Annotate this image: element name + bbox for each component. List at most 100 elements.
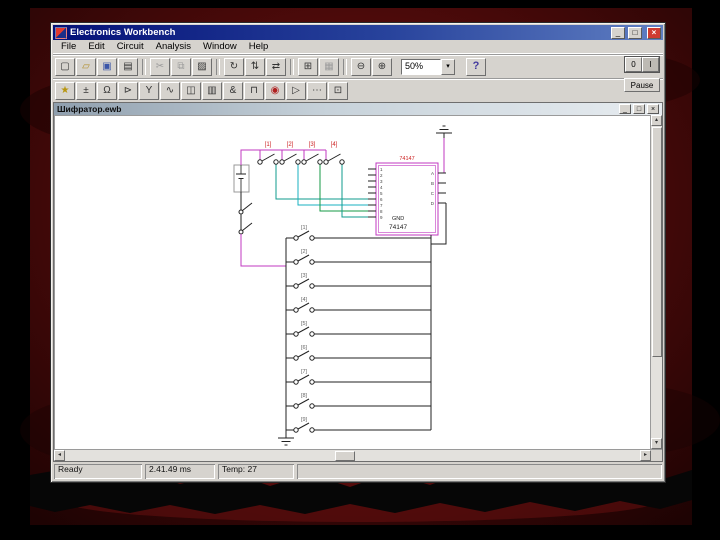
paste-button[interactable]: ▨ <box>192 58 212 76</box>
maximize-button[interactable]: □ <box>628 27 642 39</box>
document-restore-button[interactable]: □ <box>633 104 645 114</box>
menu-file[interactable]: File <box>55 40 82 53</box>
controls-bin-button[interactable]: ▷ <box>286 82 306 100</box>
transistors-icon: Y <box>146 85 153 96</box>
toolbar-separator <box>216 59 220 75</box>
status-ready: Ready <box>54 464 142 479</box>
graphs-icon: ▦ <box>324 61 333 72</box>
pause-button[interactable]: Pause <box>624 78 660 92</box>
svg-text:A: A <box>431 171 434 176</box>
copy-icon: ⧉ <box>177 61 184 72</box>
basic-bin-button[interactable]: Ω <box>97 82 117 100</box>
document-title: Шифратор.ewb <box>57 105 617 114</box>
flip-horizontal-icon: ⇄ <box>272 61 280 72</box>
save-icon: ▣ <box>102 61 111 72</box>
ground-bottom[interactable] <box>278 438 294 445</box>
svg-text:[7]: [7] <box>301 369 308 375</box>
favorites-bin-button[interactable]: ★ <box>55 82 75 100</box>
flip-vertical-button[interactable]: ⇅ <box>245 58 265 76</box>
document-minimize-button[interactable]: _ <box>619 104 631 114</box>
vertical-scroll-thumb[interactable] <box>652 127 662 357</box>
rotate-button[interactable]: ↻ <box>224 58 244 76</box>
circuit-canvas[interactable]: [1] [2] [3] [4] <box>54 115 650 449</box>
title-bar[interactable]: Electronics Workbench _ □ × <box>53 25 663 40</box>
new-file-button[interactable]: ▢ <box>55 58 75 76</box>
mixed-ics-bin-button[interactable]: ◫ <box>181 82 201 100</box>
chip-gnd-label: GND <box>392 216 404 222</box>
cascade-switches[interactable] <box>239 192 252 234</box>
chip-name-label: 74147 <box>389 224 407 231</box>
copy-button[interactable]: ⧉ <box>171 58 191 76</box>
analog-ics-bin-button[interactable]: ∿ <box>160 82 180 100</box>
indicators-bin-button[interactable]: ◉ <box>265 82 285 100</box>
create-subcircuit-button[interactable]: ⊞ <box>298 58 318 76</box>
close-button[interactable]: × <box>647 27 661 39</box>
instruments-bin-button[interactable]: ⊡ <box>328 82 348 100</box>
horizontal-scroll-track[interactable] <box>65 450 640 461</box>
scroll-up-button[interactable]: ▴ <box>651 115 662 126</box>
flip-horizontal-button[interactable]: ⇄ <box>266 58 286 76</box>
parts-bin-toolbar: ★ ± Ω ⊳ Y ∿ ◫ ▥ & ⊓ ◉ ▷ ⋯ ⊡ <box>53 78 663 102</box>
horizontal-scrollbar[interactable]: ◂ ▸ <box>54 450 651 461</box>
main-toolbar: ▢ ▱ ▣ ▤ ✂ ⧉ ▨ ↻ ⇅ ⇄ ⊞ ▦ ⊖ ⊕ 50% ▾ ? <box>53 54 663 78</box>
open-file-button[interactable]: ▱ <box>76 58 96 76</box>
scroll-down-button[interactable]: ▾ <box>651 438 662 449</box>
horizontal-scroll-thumb[interactable] <box>335 451 355 461</box>
digital-ics-icon: ▥ <box>207 85 216 96</box>
power-switch[interactable]: 0 I <box>624 56 660 73</box>
display-graphs-button[interactable]: ▦ <box>319 58 339 76</box>
controls-icon: ▷ <box>292 85 300 96</box>
circuit-diagram: [1] [2] [3] [4] <box>56 116 650 449</box>
vertical-scroll-track[interactable] <box>651 126 662 438</box>
svg-text:[1]: [1] <box>301 225 308 231</box>
diodes-bin-button[interactable]: ⊳ <box>118 82 138 100</box>
transistors-bin-button[interactable]: Y <box>139 82 159 100</box>
save-button[interactable]: ▣ <box>97 58 117 76</box>
help-button[interactable]: ? <box>466 58 486 76</box>
scroll-right-button[interactable]: ▸ <box>640 450 651 461</box>
svg-text:[2]: [2] <box>301 249 308 255</box>
zoom-in-button[interactable]: ⊕ <box>372 58 392 76</box>
encoder-chip-74147[interactable]: 1 2 3 4 5 6 7 8 9 A B <box>368 156 446 244</box>
scrollbar-corner <box>651 450 662 461</box>
menu-help[interactable]: Help <box>243 40 275 53</box>
power-off-cell[interactable]: 0 <box>625 57 642 72</box>
menu-window[interactable]: Window <box>197 40 243 53</box>
zoom-out-icon: ⊖ <box>357 61 365 72</box>
ground-top[interactable] <box>436 126 452 138</box>
zoom-out-button[interactable]: ⊖ <box>351 58 371 76</box>
digital-bin-button[interactable]: ⊓ <box>244 82 264 100</box>
ladder-switches[interactable] <box>286 231 431 432</box>
minimize-button[interactable]: _ <box>611 27 625 39</box>
print-icon: ▤ <box>123 61 132 72</box>
zoom-level-field[interactable]: 50% <box>401 59 441 75</box>
cut-button[interactable]: ✂ <box>150 58 170 76</box>
document-close-button[interactable]: × <box>647 104 659 114</box>
document-title-bar[interactable]: Шифратор.ewb _ □ × <box>53 102 663 115</box>
vertical-scrollbar[interactable]: ▴ ▾ <box>650 115 662 449</box>
sources-bin-button[interactable]: ± <box>76 82 96 100</box>
scroll-left-button[interactable]: ◂ <box>54 450 65 461</box>
ladder-switch <box>286 255 431 264</box>
logic-gates-bin-button[interactable]: & <box>223 82 243 100</box>
menu-edit[interactable]: Edit <box>82 40 110 53</box>
chevron-down-icon: ▾ <box>446 63 450 70</box>
zoom-dropdown-button[interactable]: ▾ <box>441 59 455 75</box>
top-switches[interactable] <box>258 154 344 164</box>
indicators-icon: ◉ <box>271 85 280 96</box>
power-on-cell[interactable]: I <box>642 57 659 72</box>
svg-text:[4]: [4] <box>301 297 308 303</box>
digital-icon: ⊓ <box>250 85 258 96</box>
status-temperature: Temp: 27 <box>218 464 294 479</box>
battery-source[interactable] <box>234 165 249 192</box>
menu-circuit[interactable]: Circuit <box>111 40 150 53</box>
ladder-switch <box>286 279 431 288</box>
ladder-bus-wires <box>286 235 431 438</box>
miscellaneous-bin-button[interactable]: ⋯ <box>307 82 327 100</box>
wire-teal <box>276 164 368 199</box>
digital-ics-bin-button[interactable]: ▥ <box>202 82 222 100</box>
svg-text:[3]: [3] <box>301 273 308 279</box>
print-button[interactable]: ▤ <box>118 58 138 76</box>
menu-analysis[interactable]: Analysis <box>150 40 197 53</box>
svg-text:[4]: [4] <box>331 142 338 148</box>
